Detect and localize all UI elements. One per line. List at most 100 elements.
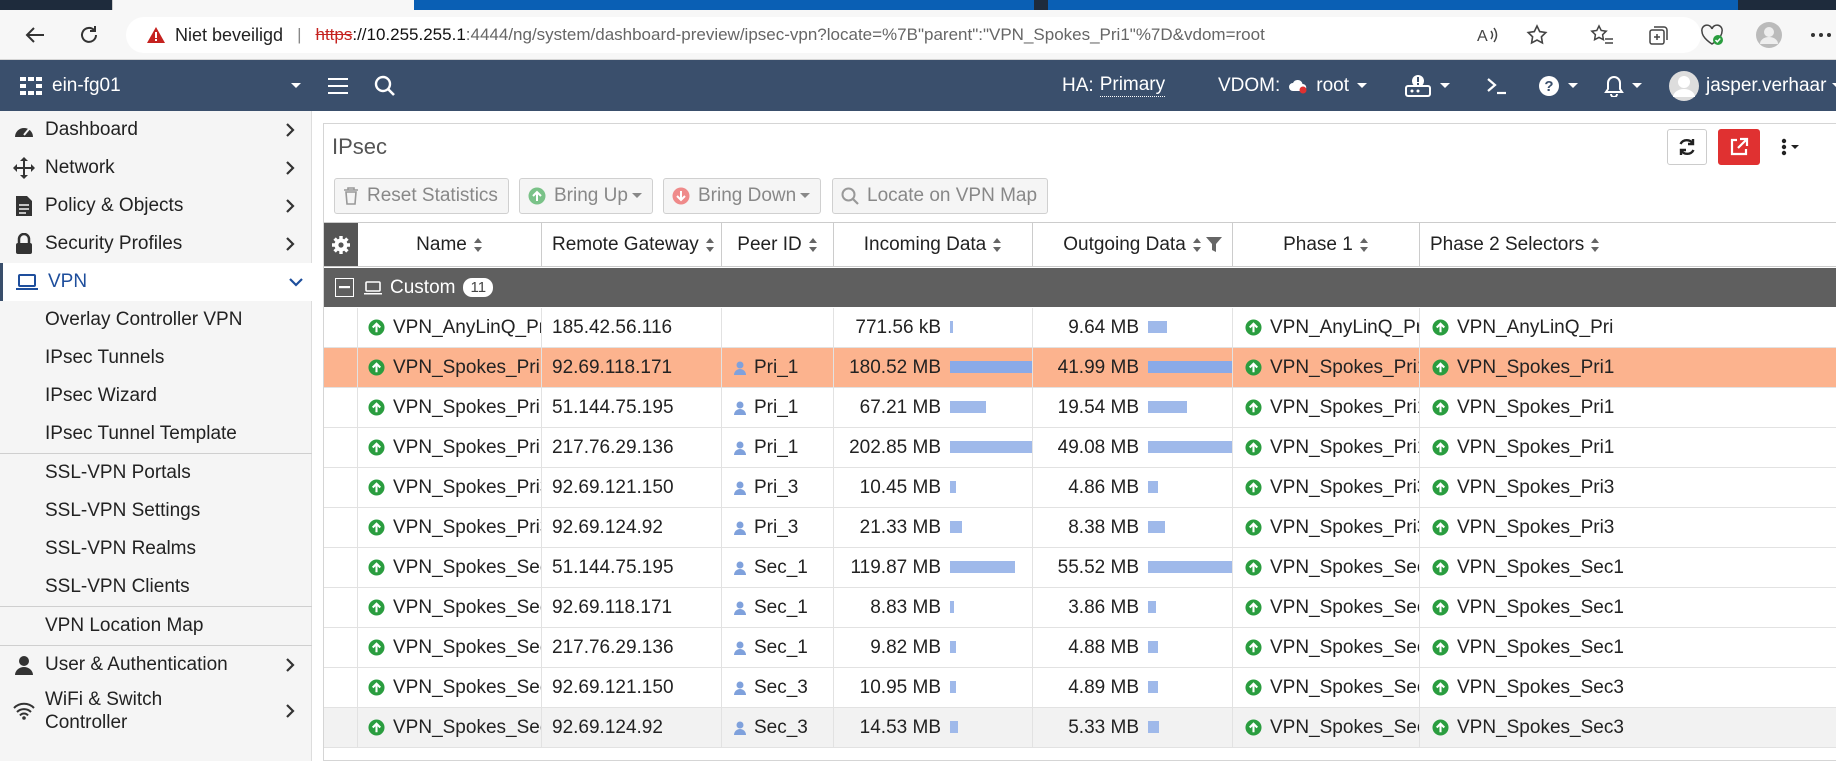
sidebar-item-user-authentication[interactable]: User & Authentication	[0, 646, 312, 684]
sidebar-item-dashboard[interactable]: Dashboard	[0, 111, 312, 149]
search-icon[interactable]	[374, 60, 396, 111]
caret-down-icon	[1440, 82, 1450, 89]
notifications-bell-icon[interactable]	[1604, 60, 1642, 111]
table-row[interactable]: VPN_Spokes_Pri1_1 51.144.75.195 Pri_1 67.21…	[324, 388, 1836, 428]
incoming-value: 10.95 MB	[859, 676, 941, 698]
col-outgoing-data-header[interactable]: Outgoing Data	[1033, 223, 1233, 266]
sidebar-item-policy-objects[interactable]: Policy & Objects	[0, 187, 312, 225]
table-row[interactable]: VPN_Spokes_Sec1_1 92.69.118.171 Sec_1 8.83 …	[324, 588, 1836, 628]
sidebar-item-ipsec-tunnel-template[interactable]: IPsec Tunnel Template	[0, 415, 312, 453]
peer-user-icon	[734, 681, 746, 695]
col-incoming-data-header[interactable]: Incoming Data	[834, 223, 1033, 266]
bring-down-button[interactable]: Bring Down	[663, 178, 822, 214]
cell-outgoing-data: 3.86 MB	[1033, 588, 1233, 627]
url-text[interactable]: https://10.255.255.1:4444/ng/system/dash…	[315, 25, 1264, 45]
peer-id: Pri_1	[754, 436, 799, 458]
remote-gateway: 92.69.121.150	[552, 476, 674, 498]
row-select-cell[interactable]	[324, 468, 358, 507]
row-select-cell[interactable]	[324, 708, 358, 747]
row-select-cell[interactable]	[324, 668, 358, 707]
refresh-icon[interactable]	[74, 20, 104, 50]
sidebar-item-ipsec-tunnels[interactable]: IPsec Tunnels	[0, 339, 312, 377]
outgoing-value: 55.52 MB	[1057, 556, 1139, 578]
table-row[interactable]: VPN_Spokes_Sec1_2 217.76.29.136 Sec_1 9.82 …	[324, 628, 1836, 668]
cli-console-icon[interactable]	[1486, 60, 1508, 111]
user-name: jasper.verhaar	[1706, 74, 1827, 96]
more-options-icon[interactable]	[1806, 20, 1836, 50]
group-row-custom[interactable]: Custom 11	[324, 268, 1836, 307]
status-up-icon	[1432, 479, 1449, 496]
col-phase-1-header[interactable]: Phase 1	[1233, 223, 1420, 266]
favorites-list-icon[interactable]	[1587, 20, 1617, 50]
table-row[interactable]: VPN_Spokes_Pri1_0 92.69.118.171 Pri_1 180.5…	[324, 348, 1836, 388]
security-status[interactable]: Niet beveiligd	[175, 25, 283, 46]
column-settings-button[interactable]	[324, 223, 358, 266]
row-select-cell[interactable]	[324, 308, 358, 347]
vdom-selector[interactable]: VDOM: root	[1218, 60, 1368, 111]
user-menu[interactable]: jasper.verhaar	[1668, 60, 1836, 111]
collections-icon[interactable]	[1643, 20, 1673, 50]
locate-on-vpn-map-button[interactable]: Locate on VPN Map	[832, 178, 1049, 214]
sidebar-item-ssl-vpn-settings[interactable]: SSL-VPN Settings	[0, 492, 312, 530]
cell-peer-id: Sec_3	[722, 708, 834, 747]
sidebar-item-ssl-vpn-realms[interactable]: SSL-VPN Realms	[0, 530, 312, 568]
widget-menu-button[interactable]	[1770, 129, 1812, 165]
row-select-cell[interactable]	[324, 628, 358, 667]
filter-icon[interactable]	[1206, 236, 1222, 253]
system-alert-icon[interactable]	[1404, 60, 1450, 111]
table-row[interactable]: VPN_Spokes_Pri3_2 92.69.121.150 Pri_3 10.45…	[324, 468, 1836, 508]
peer-user-icon	[734, 481, 746, 495]
sidebar-item-label: Policy & Objects	[45, 195, 184, 216]
row-select-cell[interactable]	[324, 548, 358, 587]
col-peer-id-header[interactable]: Peer ID	[722, 223, 834, 266]
read-aloud-icon[interactable]: A	[1472, 20, 1502, 50]
sidebar-item-ssl-vpn-clients[interactable]: SSL-VPN Clients	[0, 568, 312, 606]
row-select-cell[interactable]	[324, 428, 358, 467]
back-arrow-icon[interactable]	[20, 20, 50, 50]
status-up-icon	[368, 439, 385, 456]
browser-tab[interactable]	[414, 0, 1034, 10]
col-name-header[interactable]: Name	[358, 223, 542, 266]
help-icon[interactable]: ?	[1538, 60, 1578, 111]
bring-up-button[interactable]: Bring Up	[519, 178, 653, 214]
table-row[interactable]: VPN_Spokes_Sec3_2 92.69.121.150 Sec_3 10.95…	[324, 668, 1836, 708]
ha-status[interactable]: HA: Primary	[1062, 60, 1166, 111]
expand-widget-button[interactable]	[1718, 129, 1760, 165]
device-selector[interactable]: ein-fg01	[20, 60, 301, 111]
sidebar-item-overlay-controller-vpn[interactable]: Overlay Controller VPN	[0, 301, 312, 339]
sidebar-item-security-profiles[interactable]: Security Profiles	[0, 225, 312, 263]
sidebar-item-ipsec-wizard[interactable]: IPsec Wizard	[0, 377, 312, 415]
table-row[interactable]: VPN_Spokes_Sec3_3 92.69.124.92 Sec_3 14.53 …	[324, 708, 1836, 748]
browser-essentials-icon[interactable]	[1697, 20, 1727, 50]
table-row[interactable]: VPN_AnyLinQ_Pri 185.42.56.116 771.56 kB 9.6…	[324, 308, 1836, 348]
sidebar-item-vpn-location-map[interactable]: VPN Location Map	[0, 607, 312, 645]
browser-tab-active[interactable]	[112, 0, 414, 10]
sidebar-item-network[interactable]: Network	[0, 149, 312, 187]
sidebar-item-label: WiFi & Switch Controller	[45, 688, 162, 734]
row-select-cell[interactable]	[324, 588, 358, 627]
refresh-button[interactable]	[1667, 129, 1707, 165]
table-row[interactable]: VPN_Spokes_Pri3_3 92.69.124.92 Pri_3 21.33 …	[324, 508, 1836, 548]
row-select-cell[interactable]	[324, 348, 358, 387]
row-select-cell[interactable]	[324, 388, 358, 427]
reset-statistics-button[interactable]: Reset Statistics	[334, 178, 509, 214]
row-select-cell[interactable]	[324, 508, 358, 547]
profile-avatar-icon[interactable]	[1754, 20, 1784, 50]
collapse-minus-icon[interactable]	[335, 278, 354, 297]
col-remote-gateway-header[interactable]: Remote Gateway	[542, 223, 722, 266]
sidebar-item-wifi-switch-controller[interactable]: WiFi & Switch Controller	[0, 686, 312, 736]
sidebar-item-vpn[interactable]: VPN	[0, 263, 312, 301]
address-bar[interactable]: Niet beveiligd | https://10.255.255.1:44…	[126, 17, 1701, 53]
col-phase-2-selectors-header[interactable]: Phase 2 Selectors	[1420, 223, 1836, 266]
menu-hamburger-icon[interactable]	[328, 60, 348, 111]
favorite-star-icon[interactable]	[1522, 20, 1552, 50]
cell-name: VPN_AnyLinQ_Pri	[358, 308, 542, 347]
incoming-bar	[950, 361, 1032, 373]
sidebar-item-ssl-vpn-portals[interactable]: SSL-VPN Portals	[0, 454, 312, 492]
table-row[interactable]: VPN_Spokes_Pri1_2 217.76.29.136 Pri_1 202.8…	[324, 428, 1836, 468]
status-up-icon	[1245, 519, 1262, 536]
table-row[interactable]: VPN_Spokes_Sec1_0 51.144.75.195 Sec_1 119.8…	[324, 548, 1836, 588]
incoming-bar	[950, 521, 963, 533]
outgoing-bar	[1148, 481, 1158, 493]
browser-tab[interactable]	[1048, 0, 1738, 10]
